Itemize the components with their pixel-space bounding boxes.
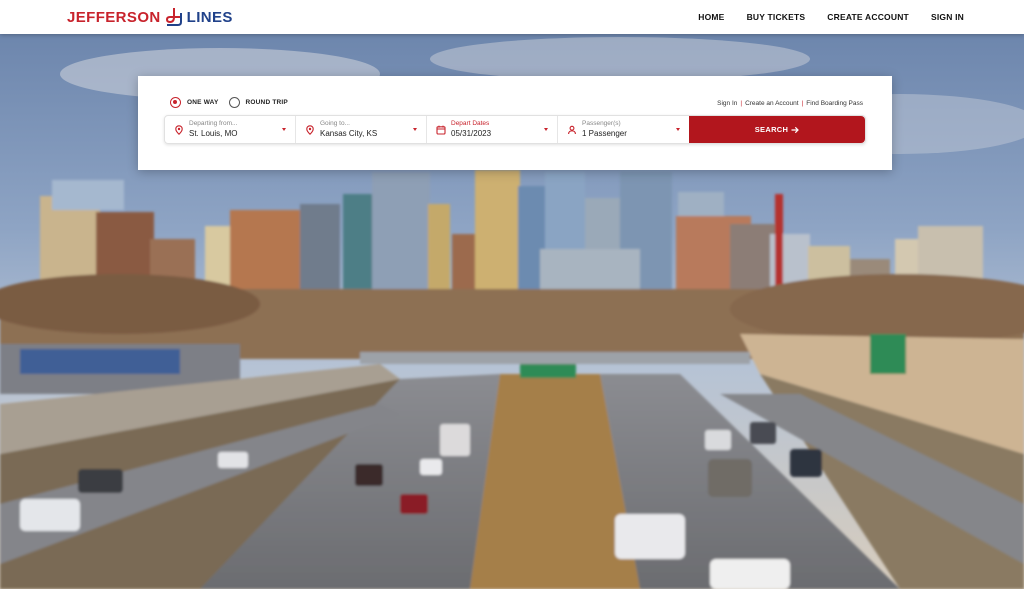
departing-from-value: St. Louis, MO	[189, 129, 238, 138]
person-icon	[568, 125, 576, 135]
one-way-radio[interactable]: ONE WAY	[170, 97, 219, 108]
arrow-right-icon	[791, 126, 800, 133]
calendar-icon	[436, 125, 446, 135]
depart-date-picker[interactable]: Depart Dates 05/31/2023	[427, 116, 558, 143]
one-way-label: ONE WAY	[187, 99, 219, 106]
depart-date-value: 05/31/2023	[451, 129, 492, 138]
logo-mark-icon	[165, 8, 182, 26]
radio-selected-icon	[170, 97, 181, 108]
trip-type-group: ONE WAY ROUND TRIP	[170, 97, 298, 108]
chevron-down-icon	[282, 128, 286, 131]
chevron-down-icon	[676, 128, 680, 131]
search-fields-row: Departing from... St. Louis, MO Going to…	[164, 115, 866, 144]
search-button[interactable]: SEARCH	[689, 116, 865, 143]
going-to-select[interactable]: Going to... Kansas City, KS	[296, 116, 427, 143]
passengers-select[interactable]: Passenger(s) 1 Passenger	[558, 116, 689, 143]
main-nav: HOME BUY TICKETS CREATE ACCOUNT SIGN IN	[676, 12, 964, 22]
chevron-down-icon	[413, 128, 417, 131]
departing-from-select[interactable]: Departing from... St. Louis, MO	[165, 116, 296, 143]
ticket-search-card: ONE WAY ROUND TRIP Sign In | Create an A…	[138, 76, 892, 170]
account-links: Sign In | Create an Account | Find Board…	[717, 100, 863, 107]
chevron-down-icon	[544, 128, 548, 131]
search-button-label: SEARCH	[754, 125, 789, 134]
link-separator: |	[801, 100, 804, 107]
location-pin-icon	[306, 125, 314, 135]
logo-word-jefferson: JEFFERSON	[67, 8, 161, 26]
jefferson-lines-logo[interactable]: JEFFERSON LINES	[67, 7, 233, 27]
round-trip-radio[interactable]: ROUND TRIP	[228, 97, 288, 108]
link-separator: |	[740, 100, 743, 107]
departing-from-label: Departing from...	[189, 120, 238, 127]
site-header: JEFFERSON LINES HOME BUY TICKETS CREATE …	[0, 0, 1024, 34]
nav-home[interactable]: HOME	[698, 12, 724, 22]
radio-unselected-icon	[228, 97, 240, 108]
passengers-label: Passenger(s)	[582, 120, 621, 127]
create-account-link[interactable]: Create an Account	[745, 100, 798, 107]
location-pin-icon	[175, 125, 183, 135]
going-to-value: Kansas City, KS	[320, 129, 378, 138]
depart-date-label: Depart Dates	[451, 120, 490, 127]
passengers-value: 1 Passenger	[582, 129, 627, 138]
going-to-label: Going to...	[320, 120, 350, 127]
nav-buy-tickets[interactable]: BUY TICKETS	[747, 12, 806, 22]
find-boarding-pass-link[interactable]: Find Boarding Pass	[806, 100, 863, 107]
nav-create-account[interactable]: CREATE ACCOUNT	[827, 12, 909, 22]
round-trip-label: ROUND TRIP	[245, 99, 288, 106]
nav-sign-in[interactable]: SIGN IN	[931, 12, 964, 22]
logo-word-lines: LINES	[186, 8, 233, 26]
sign-in-link[interactable]: Sign In	[717, 100, 737, 107]
